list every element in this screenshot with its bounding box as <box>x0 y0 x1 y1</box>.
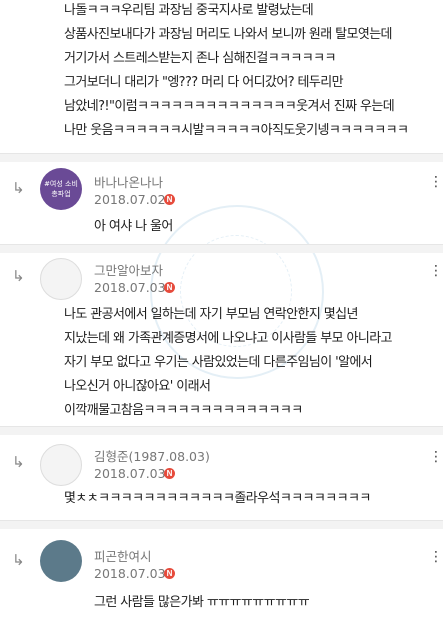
more-options-icon[interactable]: ⋮ <box>429 550 443 564</box>
reply-arrow-icon: ↳ <box>12 551 25 569</box>
comment-text: 자기 부모 없다고 우기는 사람있었는데 다른주임님이 '알에서 <box>64 355 373 370</box>
comment-author[interactable]: 피곤한여시 <box>94 546 152 565</box>
comment-text: 이깍깨물고참음ㅋㅋㅋㅋㅋㅋㅋㅋㅋㅋㅋㅋㅋㅋ <box>64 403 303 418</box>
new-badge: N <box>164 568 175 579</box>
comment-author[interactable]: 그만알아보자 <box>94 260 163 279</box>
comment-date: 2018.07.03 <box>94 466 166 481</box>
comment-author[interactable]: 김형준(1987.08.03) <box>94 446 210 465</box>
reply-arrow-icon: ↳ <box>12 453 25 471</box>
post-line: 나돌ㅋㅋㅋ우리팀 과장님 중국지사로 발령났는데 <box>64 3 314 18</box>
comment-text: 나오신거 아니잖아요' 이래서 <box>64 379 211 394</box>
comment-date: 2018.07.02 <box>94 192 166 207</box>
avatar[interactable] <box>40 258 82 300</box>
avatar[interactable] <box>40 540 82 582</box>
more-options-icon[interactable]: ⋮ <box>429 450 443 464</box>
new-badge: N <box>164 282 175 293</box>
comment-author[interactable]: 바나나온나나 <box>94 172 163 191</box>
separator <box>0 520 443 529</box>
post-line: 거기가서 스트레스받는지 존나 심해진걸ㅋㅋㅋㅋㅋㅋ <box>64 51 336 66</box>
reply-arrow-icon: ↳ <box>12 267 25 285</box>
post-line: 상품사진보내다가 과장님 머리도 나와서 보니까 원래 탈모엿는데 <box>64 27 393 42</box>
new-badge: N <box>164 468 175 479</box>
reply-arrow-icon: ↳ <box>12 179 25 197</box>
comment-date: 2018.07.03 <box>94 280 166 295</box>
new-badge: N <box>164 194 175 205</box>
comment-text: 그런 사람들 많은가봐 ㅠㅠㅠㅠㅠㅠㅠㅠㅠ <box>94 595 310 610</box>
more-options-icon[interactable]: ⋮ <box>429 175 443 189</box>
comment-text: 아 여샤 나 울어 <box>94 219 173 234</box>
comment-text: 나도 관공서에서 일하는데 자기 부모님 연락안한지 몇십년 <box>64 307 358 322</box>
more-options-icon[interactable]: ⋮ <box>429 264 443 278</box>
post-line: 남았네?!"이럼ㅋㅋㅋㅋㅋㅋㅋㅋㅋㅋㅋㅋㅋㅋ웃겨서 진짜 우는데 <box>64 99 395 114</box>
comment-text: 지났는데 왜 가족관계증명서에 나오냐고 이사람들 부모 아니라고 <box>64 331 393 346</box>
separator <box>0 153 443 162</box>
separator <box>0 426 443 435</box>
post-line: 나만 웃음ㅋㅋㅋㅋㅋㅋ시발ㅋㅋㅋㅋㅋ아직도웃기넹ㅋㅋㅋㅋㅋㅋㅋ <box>64 123 409 138</box>
comment-date: 2018.07.03 <box>94 566 166 581</box>
post-line: 그거보더니 대리가 "엥??? 머리 다 어디갔어? 테두리만 <box>64 75 344 90</box>
avatar[interactable] <box>40 444 82 486</box>
comment-text: 몇ㅊㅊㅋㅋㅋㅋㅋㅋㅋㅋㅋㅋㅋㅋ졸라우석ㅋㅋㅋㅋㅋㅋㅋㅋ <box>64 491 371 506</box>
avatar[interactable]: #여성 소비 총파업 <box>40 168 82 210</box>
separator <box>0 244 443 253</box>
